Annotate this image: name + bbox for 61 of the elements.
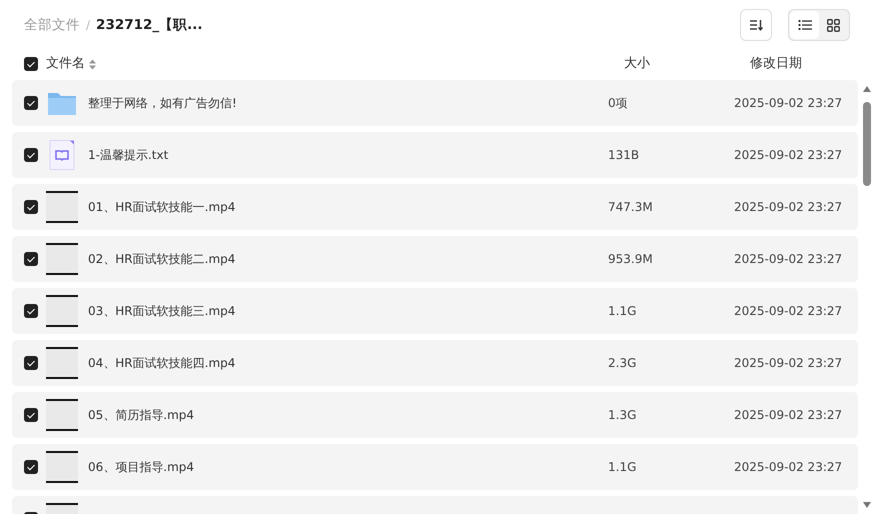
file-size: 0项 (608, 95, 629, 112)
checkbox[interactable] (24, 460, 38, 474)
checkbox[interactable] (24, 200, 38, 214)
sort-arrows-icon[interactable] (89, 58, 96, 70)
file-name: 06、项目指导.mp4 (88, 459, 196, 476)
file-row[interactable]: 02、HR面试软技能二.mp4 953.9M 2025-09-02 23:27 (12, 236, 858, 282)
grid-icon (827, 18, 840, 32)
file-row[interactable]: 1-温馨提示.txt 131B 2025-09-02 23:27 (12, 132, 858, 178)
file-name: 01、HR面试软技能一.mp4 (88, 199, 236, 216)
checkbox[interactable] (24, 408, 38, 422)
breadcrumb-separator: / (86, 17, 90, 34)
modified-date: 2025-09-02 23:27 (734, 95, 844, 112)
video-thumbnail (46, 399, 78, 431)
scroll-up-icon[interactable] (863, 86, 871, 92)
column-header[interactable]: 大小 (624, 54, 650, 74)
video-thumbnail (46, 347, 78, 379)
modified-date: 2025-09-02 23:27 (734, 251, 844, 268)
file-size: 1.1G (608, 459, 638, 476)
file-row[interactable]: 01、HR面试软技能一.mp4 747.3M 2025-09-02 23:27 (12, 184, 858, 230)
modified-date: 2025-09-02 23:27 (734, 303, 844, 320)
video-thumbnail (46, 191, 78, 223)
modified-date: 2025-09-02 23:27 (734, 355, 844, 372)
video-thumbnail (46, 451, 78, 483)
checkbox[interactable] (24, 304, 38, 318)
video-thumbnail (46, 295, 78, 327)
sort-icon (749, 19, 763, 31)
file-size: 953.9M (608, 251, 654, 268)
file-name: 02、HR面试软技能二.mp4 (88, 251, 236, 268)
file-size: 1.3G (608, 407, 638, 424)
modified-date: 2025-09-02 23:27 (734, 459, 844, 476)
file-name: 1-温馨提示.txt (88, 147, 170, 164)
checkbox[interactable] (24, 252, 38, 266)
file-row[interactable]: 04、HR面试软技能四.mp4 2.3G 2025-09-02 23:27 (12, 340, 858, 386)
file-size: 1.1G (608, 303, 638, 320)
column-header[interactable]: 文件名 (46, 54, 85, 74)
file-size: 747.3M (608, 199, 654, 216)
file-name: 05、简历指导.mp4 (88, 407, 196, 424)
column-header[interactable]: 修改日期 (750, 54, 802, 74)
file-name: 03、HR面试软技能三.mp4 (88, 303, 236, 320)
sort-button[interactable] (740, 9, 772, 41)
video-thumbnail (46, 243, 78, 275)
file-name: 04、HR面试软技能四.mp4 (88, 355, 236, 372)
file-row[interactable]: 06、项目指导.mp4 1.1G 2025-09-02 23:27 (12, 444, 858, 490)
file-size: 131B (608, 147, 640, 164)
modified-date: 2025-09-02 23:27 (734, 199, 844, 216)
list-view-button[interactable] (790, 11, 819, 39)
list-icon (798, 19, 812, 31)
checkbox[interactable] (24, 148, 38, 162)
scroll-down-icon[interactable] (863, 502, 871, 508)
file-row[interactable]: 05、简历指导.mp4 1.3G 2025-09-02 23:27 (12, 392, 858, 438)
scrollbar-thumb[interactable] (863, 102, 871, 186)
file-row[interactable]: 整理于网络，如有广告勿信! 0项 2025-09-02 23:27 (12, 80, 858, 126)
modified-date: 2025-09-02 23:27 (734, 407, 844, 424)
checkbox[interactable] (24, 96, 38, 110)
current-folder: 232712_【职... (96, 16, 203, 35)
checkbox[interactable] (24, 57, 38, 71)
file-row[interactable]: 03、HR面试软技能三.mp4 1.1G 2025-09-02 23:27 (12, 288, 858, 334)
modified-date: 2025-09-02 23:27 (734, 147, 844, 164)
checkbox[interactable] (24, 356, 38, 370)
file-name: 整理于网络，如有广告勿信! (88, 95, 238, 112)
file-size: 2.3G (608, 355, 638, 372)
